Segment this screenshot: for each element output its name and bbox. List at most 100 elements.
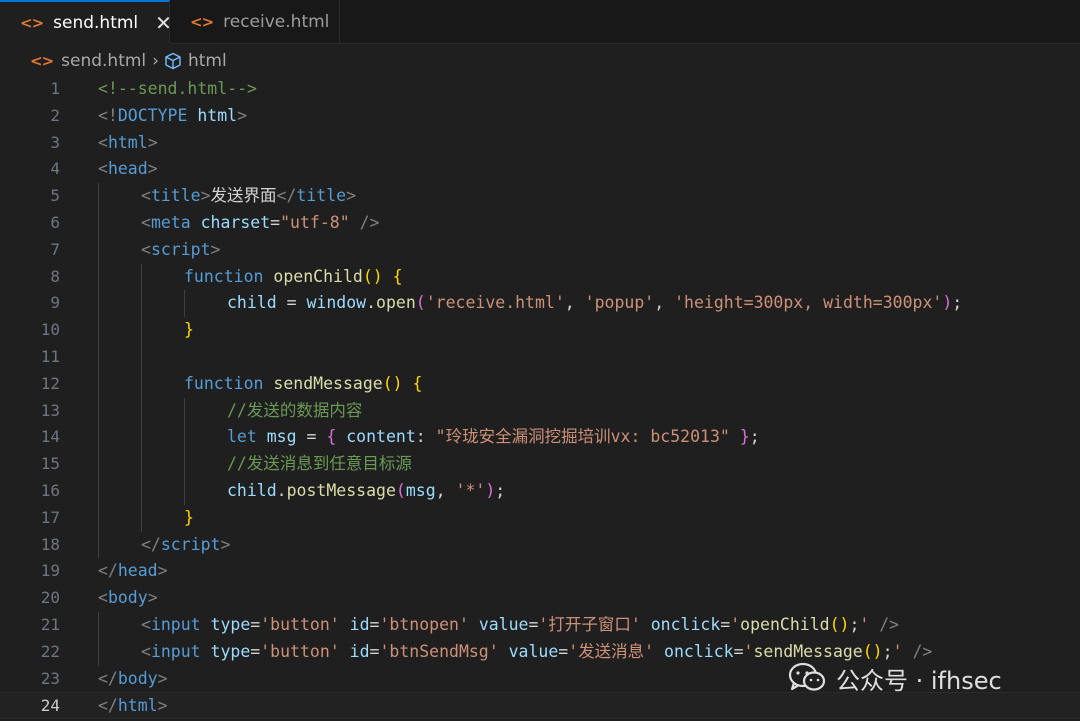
code-line[interactable]: 13 //发送的数据内容 [0, 397, 1080, 425]
code-token: </ [98, 668, 118, 688]
code-token: > [220, 534, 231, 554]
code-token: openChild [273, 266, 363, 286]
indent-guide [184, 424, 185, 452]
tab-receive-html[interactable]: <> receive.html [170, 0, 340, 43]
code-line[interactable]: 3 <html> [0, 130, 1080, 157]
indent-guide [141, 263, 142, 291]
html-file-icon: <> [190, 12, 214, 31]
code-token: } [739, 427, 750, 447]
code-text: let msg = { content: "玲珑安全漏洞挖掘培训vx: bc52… [227, 424, 760, 451]
code-line[interactable]: 14 let msg = { content: "玲珑安全漏洞挖掘培训vx: bc… [0, 424, 1080, 452]
indent-guide [98, 210, 99, 237]
indent-guide [98, 183, 99, 210]
watermark-text: 公众号 · ifhsec [836, 666, 1002, 695]
code-line[interactable]: 15 //发送消息到任意目标源 [0, 451, 1080, 478]
breadcrumb-element[interactable]: html [188, 51, 227, 71]
code-token: { [392, 266, 403, 286]
code-token: /> [359, 213, 380, 232]
code-token: () [829, 615, 850, 634]
code-line[interactable]: 6 <meta charset="utf-8" /> [0, 210, 1080, 237]
code-token: ' [743, 641, 754, 661]
indent-guide [184, 290, 185, 318]
indent-guide [141, 344, 142, 371]
html-file-icon: <> [30, 52, 54, 70]
code-line[interactable]: 16 child.postMessage(msg, '*'); [0, 478, 1080, 505]
code-token: ' [859, 615, 870, 634]
code-token: title [296, 186, 347, 206]
code-token: () [862, 641, 883, 661]
line-number: 18 [40, 534, 60, 554]
code-token: onclick [664, 641, 734, 661]
breadcrumb-file[interactable]: send.html [61, 51, 146, 71]
code-token: 发送界面 [210, 186, 277, 206]
code-line[interactable]: 19 </head> [0, 558, 1080, 585]
code-text: <title>发送界面</title> [141, 183, 356, 210]
code-line[interactable]: 21 <input type='button' id='btnopen' valu… [0, 612, 1080, 639]
code-line[interactable]: 5 <title>发送界面</title> [0, 183, 1080, 210]
code-text: </script> [141, 532, 230, 559]
code-token: ( [395, 481, 406, 500]
code-line[interactable]: 10} [0, 317, 1080, 344]
code-token: input [150, 615, 201, 634]
code-text: <script> [141, 237, 220, 264]
code-token: . [366, 293, 377, 313]
line-number: 16 [40, 481, 60, 500]
code-text: </body> [98, 666, 168, 693]
code-line[interactable]: 12 function sendMessage() { [0, 370, 1080, 398]
code-token: sendMessage [273, 373, 383, 393]
code-line[interactable]: 8 function openChild() { [0, 263, 1080, 291]
code-text: child = window.open('receive.html', 'pop… [227, 290, 962, 317]
code-token: ; [749, 427, 760, 447]
code-editor[interactable]: 1 <!--send.html--> 2 <!DOCTYPE html> 3 <html>… [0, 76, 1080, 721]
indent-guide [98, 451, 99, 478]
code-line[interactable]: 1 <!--send.html--> [0, 76, 1080, 103]
code-line[interactable]: 7 <script> [0, 236, 1080, 264]
code-token: = [296, 427, 327, 447]
code-token: () [362, 266, 383, 286]
breadcrumb: <> send.html › html [0, 46, 1080, 76]
code-line[interactable]: 18 </script> [0, 531, 1080, 559]
code-token: > [210, 239, 221, 259]
indent-guide [184, 397, 185, 425]
code-token: /> [879, 615, 900, 634]
code-token: </ [141, 534, 161, 554]
code-token: html [117, 696, 158, 716]
tab-send-html[interactable]: <> send.html ✕ [0, 0, 172, 44]
code-line[interactable]: 24 </html> [0, 692, 1080, 720]
code-token: > [346, 186, 357, 206]
code-text: <body> [98, 585, 158, 612]
indent-guide [98, 531, 99, 559]
code-text: function sendMessage() { [184, 371, 422, 398]
line-number: 7 [50, 239, 60, 259]
code-line[interactable]: 4 <head> [0, 156, 1080, 183]
code-token: body [107, 588, 148, 608]
code-token: = [720, 615, 731, 634]
code-token: ; [849, 615, 860, 634]
line-number: 1 [50, 79, 60, 98]
code-token: < [98, 588, 108, 608]
indent-guide [141, 317, 142, 344]
indent-guide [141, 370, 142, 398]
code-line[interactable]: 20 <body> [0, 585, 1080, 612]
code-line[interactable]: 2 <!DOCTYPE html> [0, 103, 1080, 130]
indent-guide [141, 424, 142, 452]
indent-guide [98, 424, 99, 452]
indent-guide [98, 638, 99, 666]
code-token: { [412, 373, 423, 393]
editor-tab-bar: <> send.html ✕ <> receive.html [0, 0, 1080, 44]
code-token: "玲珑安全漏洞挖掘培训vx: bc52013" [435, 427, 730, 447]
code-token: 'receive.html' [425, 293, 565, 313]
code-line[interactable]: 17} [0, 504, 1080, 532]
code-token: < [98, 132, 108, 152]
code-token: } [184, 507, 194, 527]
code-line[interactable]: 9 child = window.open('receive.html', 'po… [0, 290, 1080, 318]
code-token: sendMessage [753, 641, 863, 661]
code-line[interactable]: 11 [0, 344, 1080, 371]
indent-guide [141, 397, 142, 425]
line-number: 11 [40, 347, 60, 366]
